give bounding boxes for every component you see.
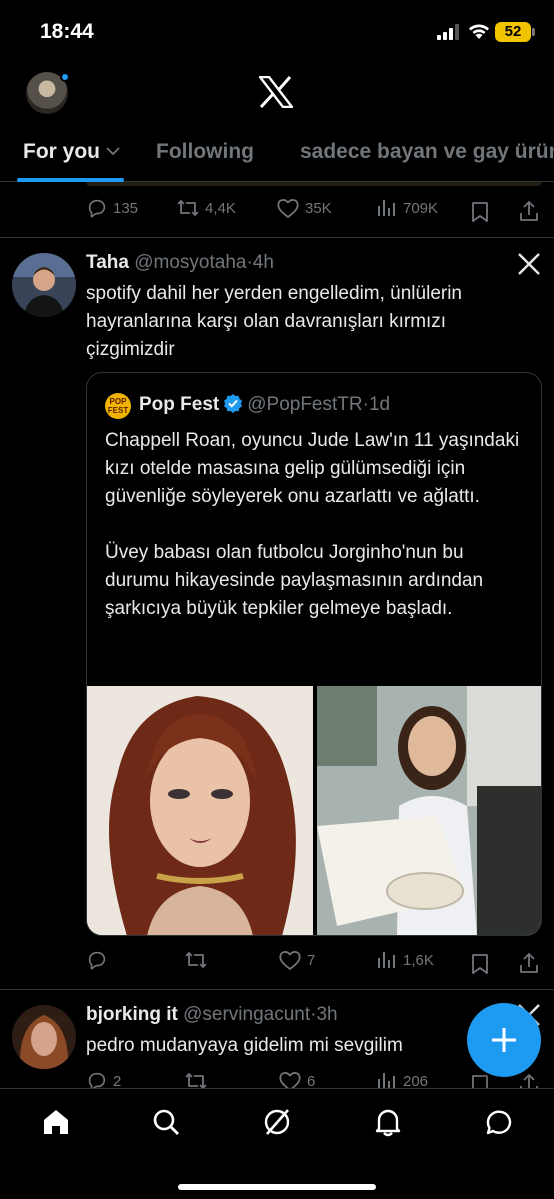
like-count: 6: [307, 1072, 316, 1090]
status-time: 18:44: [40, 20, 94, 43]
repost-icon: [185, 952, 207, 968]
home-indicator: [178, 1184, 376, 1190]
timeline-tabs: For you Following sadece bayan ve gay ür…: [0, 130, 554, 182]
quote-text: Chappell Roan, oyuncu Jude Law'ın 11 yaş…: [105, 427, 529, 623]
previous-tweet-media: [86, 182, 542, 186]
tweet-header: bjorking it @servingacunt·3h: [86, 1004, 338, 1026]
heart-icon: [277, 199, 299, 218]
author-name[interactable]: Taha: [86, 252, 129, 273]
quoted-tweet[interactable]: POP FEST Pop Fest @PopFestTR·1d Chappell…: [86, 372, 542, 936]
tab-custom-list[interactable]: sadece bayan ve gay ürün: [300, 140, 554, 164]
quote-time: 1d: [368, 394, 391, 415]
portrait-image: [87, 686, 313, 935]
tweet-text: spotify dahil her yerden engelledim, ünl…: [86, 283, 463, 360]
heart-icon: [279, 951, 301, 970]
cellular-signal-icon: [437, 24, 459, 40]
tab-following[interactable]: Following: [156, 140, 254, 164]
views-icon: [378, 952, 395, 968]
views-button[interactable]: 709K: [376, 193, 438, 223]
repost-button[interactable]: 4,4K: [176, 193, 236, 223]
quote-paragraph-2: Üvey babası olan futbolcu Jorginho'nun b…: [105, 542, 484, 619]
battery-icon: 52: [495, 22, 531, 42]
like-button[interactable]: 7: [278, 945, 315, 975]
quote-media-image-1[interactable]: [87, 686, 313, 935]
reply-count: 2: [113, 1072, 122, 1090]
wifi-icon: [469, 24, 489, 39]
like-button[interactable]: 35K: [276, 193, 332, 223]
author-name[interactable]: bjorking it: [86, 1004, 178, 1025]
quote-paragraph-1: Chappell Roan, oyuncu Jude Law'ın 11 yaş…: [105, 430, 520, 507]
tweet-divider: [0, 237, 554, 238]
notification-dot: [60, 72, 70, 82]
like-count: 7: [307, 951, 316, 969]
bookmark-icon[interactable]: [470, 949, 490, 979]
share-icon[interactable]: [518, 196, 540, 226]
chevron-down-icon[interactable]: [106, 146, 120, 156]
quote-author-name: Pop Fest: [139, 394, 220, 415]
tweet-author-avatar[interactable]: [12, 253, 76, 317]
tweet-time: 4h: [252, 252, 274, 273]
notifications-bell-icon[interactable]: [373, 1107, 403, 1137]
tweet-text: pedro mudanyaya gidelim mi sevgilim: [86, 1035, 403, 1056]
bottom-navigation: [0, 1088, 554, 1199]
quote-author-handle: @PopFestTR: [247, 394, 363, 415]
status-bar: 18:44 52: [0, 0, 554, 62]
close-x-icon[interactable]: [516, 251, 542, 277]
quote-author-logo: POP FEST: [105, 393, 131, 419]
author-handle[interactable]: @servingacunt: [183, 1004, 310, 1025]
girl-at-table-image: [317, 686, 541, 935]
grok-icon[interactable]: [262, 1107, 292, 1137]
messages-icon[interactable]: [484, 1107, 514, 1137]
reply-button[interactable]: [86, 945, 113, 975]
search-icon[interactable]: [151, 1107, 181, 1137]
tweet-divider: [0, 989, 554, 990]
repost-icon: [177, 200, 199, 216]
home-icon[interactable]: [41, 1107, 71, 1137]
reply-icon: [88, 951, 106, 970]
tweet-header: Taha @mosyotaha·4h: [86, 252, 274, 274]
tweet-actions: 7 1,6K: [86, 945, 542, 975]
battery-tip: [532, 28, 535, 36]
avatar-image: [12, 1005, 76, 1069]
quote-media-image-2[interactable]: [317, 686, 541, 935]
author-handle[interactable]: @mosyotaha: [134, 252, 246, 273]
reply-icon: [88, 199, 106, 218]
prev-tweet-actions: 135 4,4K 35K 709K: [86, 193, 542, 223]
share-icon[interactable]: [518, 948, 540, 978]
like-count: 35K: [305, 199, 332, 217]
x-logo-icon[interactable]: [259, 76, 293, 108]
views-count: 206: [403, 1072, 429, 1090]
views-count: 1,6K: [403, 951, 434, 969]
avatar-image: [12, 253, 76, 317]
views-icon: [378, 200, 395, 216]
tweet-author-avatar[interactable]: [12, 1005, 76, 1069]
tab-for-you[interactable]: For you: [23, 140, 100, 164]
quote-header: Pop Fest @PopFestTR·1d: [139, 393, 390, 416]
views-button[interactable]: 1,6K: [376, 945, 434, 975]
bookmark-icon[interactable]: [470, 197, 490, 227]
verified-badge-icon: [224, 394, 243, 413]
plus-icon: [492, 1028, 516, 1052]
reply-button[interactable]: 135: [86, 193, 138, 223]
tweet-time: 3h: [316, 1004, 338, 1025]
reply-count: 135: [113, 199, 139, 217]
views-count: 709K: [403, 199, 439, 217]
repost-button[interactable]: [184, 945, 213, 975]
repost-count: 4,4K: [205, 199, 236, 217]
compose-post-button[interactable]: [467, 1003, 541, 1077]
